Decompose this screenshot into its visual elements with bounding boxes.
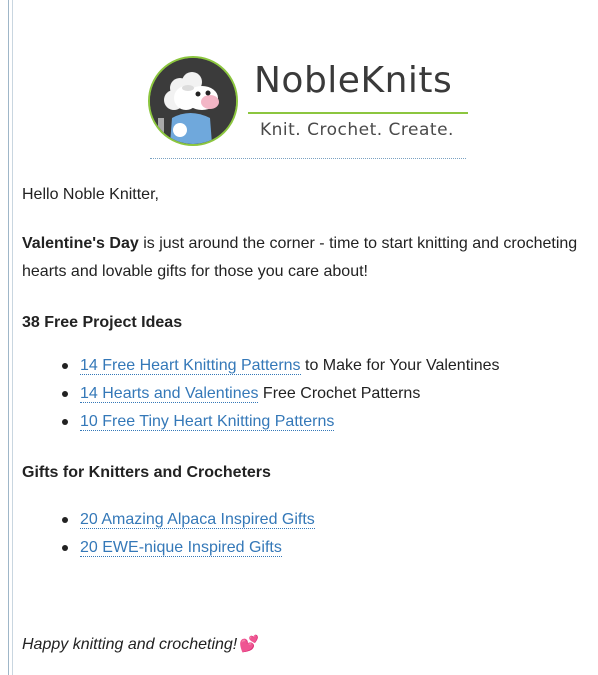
list-item: 14 Hearts and Valentines Free Crochet Pa… — [62, 380, 500, 408]
heart-knitting-patterns-link[interactable]: 14 Free Heart Knitting Patterns — [80, 357, 301, 375]
list-item-trailing-text: Free Crochet Patterns — [258, 385, 421, 402]
list-item: 20 Amazing Alpaca Inspired Gifts — [62, 506, 315, 534]
list-item-trailing-text: to Make for Your Valentines — [300, 357, 500, 374]
section-heading-gifts: Gifts for Knitters and Crocheters — [22, 464, 271, 481]
section-heading-projects: 38 Free Project Ideas — [22, 314, 183, 331]
intro-paragraph: Valentine's Day is just around the corne… — [22, 230, 594, 286]
logo-link-underline — [150, 158, 466, 159]
left-border-rule — [8, 0, 9, 675]
bullet-icon — [62, 545, 68, 551]
bullet-icon — [62, 517, 68, 523]
sheep-mascot-icon — [148, 56, 238, 146]
greeting-text: Hello Noble Knitter, — [22, 186, 159, 203]
gifts-list: 20 Amazing Alpaca Inspired Gifts 20 EWE-… — [62, 506, 315, 562]
list-item: 10 Free Tiny Heart Knitting Patterns — [62, 408, 500, 436]
ewe-nique-gifts-link[interactable]: 20 EWE-nique Inspired Gifts — [80, 539, 282, 557]
list-item: 20 EWE-nique Inspired Gifts — [62, 534, 315, 562]
alpaca-gifts-link[interactable]: 20 Amazing Alpaca Inspired Gifts — [80, 511, 315, 529]
tiny-heart-patterns-link[interactable]: 10 Free Tiny Heart Knitting Patterns — [80, 413, 335, 431]
closing-text: Happy knitting and crocheting! 💕 — [22, 634, 259, 656]
list-item: 14 Free Heart Knitting Patterns to Make … — [62, 352, 500, 380]
hearts-valentines-link[interactable]: 14 Hearts and Valentines — [80, 385, 259, 403]
bullet-icon — [62, 391, 68, 397]
left-border-rule-inner — [12, 0, 13, 675]
logo-divider — [248, 112, 468, 114]
bullet-icon — [62, 363, 68, 369]
intro-bold-text: Valentine's Day — [22, 235, 139, 252]
project-ideas-list: 14 Free Heart Knitting Patterns to Make … — [62, 352, 500, 436]
closing-message: Happy knitting and crocheting! — [22, 636, 238, 653]
brand-name: NobleKnits — [254, 60, 453, 101]
brand-tagline: Knit. Crochet. Create. — [260, 120, 454, 140]
two-hearts-icon: 💕 — [239, 636, 260, 653]
bullet-icon — [62, 419, 68, 425]
brand-logo[interactable]: NobleKnits Knit. Crochet. Create. — [148, 52, 468, 164]
